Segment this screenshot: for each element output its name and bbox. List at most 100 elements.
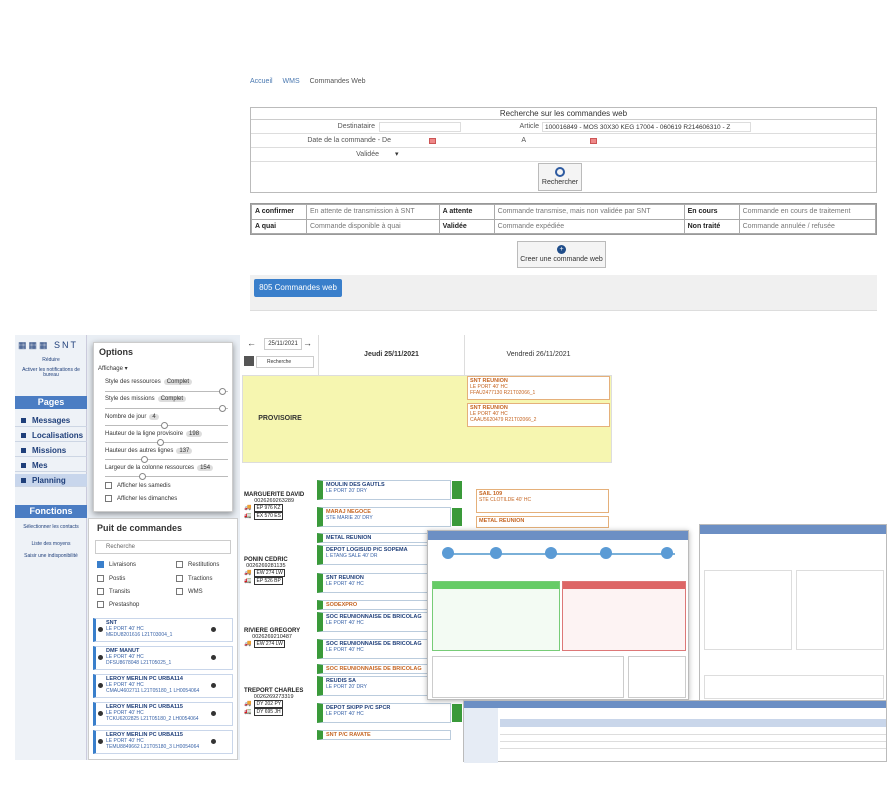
pool-order-card[interactable]: LEROY MERLIN PC URBA115 LE PORT 40' HC TCK… bbox=[93, 702, 233, 726]
dot-icon bbox=[98, 683, 103, 688]
nav-planning[interactable]: Planning bbox=[15, 474, 87, 487]
provisional-mission-card[interactable]: SNT REUNION LE PORT 40' HC FFAU2477130 R21… bbox=[467, 376, 610, 400]
pool-order-card[interactable]: LEROY MERLIN PC URBA114 LE PORT 40' HC CMA… bbox=[93, 674, 233, 698]
next-arrow-icon[interactable]: → bbox=[303, 338, 312, 348]
table-row bbox=[500, 743, 886, 749]
mission-card[interactable]: DEPOT SKIPP P/C SPCR LE PORT 40' HC bbox=[317, 703, 451, 723]
filter-restitutions[interactable]: Restitutions bbox=[176, 561, 219, 568]
check-icon bbox=[452, 704, 462, 722]
breadcrumb: Accueil WMS Commandes Web bbox=[250, 78, 374, 85]
breadcrumb-wms[interactable]: WMS bbox=[283, 78, 300, 85]
details-block bbox=[432, 656, 624, 698]
option-label: Nombre de jour 4 bbox=[105, 414, 159, 420]
filter-wms[interactable]: WMS bbox=[176, 588, 203, 595]
filter-prestashop[interactable]: Prestashop bbox=[97, 601, 139, 608]
mission-card[interactable]: METAL REUNION bbox=[476, 516, 609, 528]
data-table-window bbox=[463, 700, 887, 763]
filter-tractions[interactable]: Tractions bbox=[176, 575, 212, 582]
form-block bbox=[704, 570, 792, 650]
unavailability-link[interactable]: Saisir une indisponibilité bbox=[15, 553, 87, 559]
menu-icon[interactable] bbox=[244, 356, 254, 366]
notification-toggle[interactable]: Activer les notifications de bureau bbox=[15, 368, 87, 378]
form-block bbox=[704, 675, 884, 699]
pool-order-card[interactable]: DMF MANUT LE PORT 40' HC DFSU8678048 L21T0… bbox=[93, 646, 233, 670]
table-row bbox=[500, 736, 886, 742]
option-label: Hauteur des autres lignes 137 bbox=[105, 448, 193, 454]
table-row bbox=[500, 729, 886, 735]
select-contacts-link[interactable]: Sélectionner les contacts bbox=[15, 524, 87, 530]
option-slider[interactable] bbox=[105, 388, 228, 395]
nav-localisations[interactable]: Localisations bbox=[15, 429, 87, 442]
pages-header: Pages bbox=[15, 396, 87, 409]
options-title: Options bbox=[99, 347, 133, 357]
option-slider[interactable] bbox=[105, 405, 228, 412]
day-header: Vendredi 26/11/2021 bbox=[464, 335, 612, 375]
search-button[interactable]: Rechercher bbox=[538, 163, 582, 191]
article-select[interactable]: 100016849 - MOS 30X30 KEG 17004 - 060619… bbox=[542, 122, 751, 132]
option-slider[interactable] bbox=[105, 473, 228, 480]
option-label: Style des missions Complet bbox=[105, 396, 187, 402]
resource-row[interactable]: MARGUERITE DAVID 0026269263289 🚚 EP 976 KZ 🚛… bbox=[244, 492, 304, 520]
nav-mes-documents[interactable]: Mes documents bbox=[15, 459, 87, 483]
affichage-toggle[interactable]: Affichage ▾ bbox=[98, 365, 128, 372]
provisional-mission-card[interactable]: SNT REUNION LE PORT 40' HC CAAU5620479 R21… bbox=[467, 403, 610, 427]
mission-card[interactable]: SAIL 109 STE CLOTILDE 40' HC bbox=[476, 489, 609, 513]
documents-block bbox=[628, 656, 686, 698]
search-icon bbox=[555, 167, 565, 177]
legend-key: A attente bbox=[438, 204, 495, 220]
calendar-icon[interactable] bbox=[590, 138, 597, 144]
info-icon[interactable] bbox=[211, 683, 216, 688]
nav-missions[interactable]: Missions bbox=[15, 444, 87, 457]
info-icon[interactable] bbox=[211, 627, 216, 632]
table-header bbox=[500, 719, 886, 727]
validee-label: Validée bbox=[356, 151, 379, 158]
dot-icon bbox=[98, 739, 103, 744]
calendar-search[interactable]: Recherche bbox=[256, 356, 314, 368]
info-icon[interactable] bbox=[211, 655, 216, 660]
legend-key: Validée bbox=[438, 218, 495, 234]
dot-icon bbox=[98, 627, 103, 632]
mission-card[interactable]: SNT P/C RAVATE bbox=[317, 730, 451, 740]
search-panel-title: Recherche sur les commandes web bbox=[251, 108, 876, 120]
legend-value: Commande disponible à quai bbox=[306, 218, 440, 234]
resource-row[interactable]: RIVIERE GREGORY 0026269210487 🚚 EW 274 LW bbox=[244, 628, 300, 648]
filter-livraisons[interactable]: Livraisons bbox=[97, 561, 136, 568]
create-order-button[interactable]: + Creer une commande web bbox=[517, 241, 606, 268]
samedis-checkbox[interactable]: Afficher les samedis bbox=[105, 482, 171, 489]
option-label: Hauteur de la ligne provisoire 198 bbox=[105, 431, 203, 437]
resource-row[interactable]: TREPORT CHARLES 0026269273319 🚚 DY 202 PY 🚛 D… bbox=[244, 688, 303, 716]
pool-order-card[interactable]: SNT LE PORT 40' HC MEDU8201616 L21T03004_1 bbox=[93, 618, 233, 642]
resource-list-link[interactable]: Liste des moyens bbox=[15, 541, 87, 547]
step-icon bbox=[490, 547, 502, 559]
resource-row[interactable]: PONIN CEDRIC 0026269281135 🚚 EW 274 LW 🚛 EP 5… bbox=[244, 557, 288, 585]
prev-arrow-icon[interactable]: ← bbox=[247, 338, 256, 348]
tab-commandes-web[interactable]: 805 Commandes web bbox=[254, 279, 342, 297]
reduce-button[interactable]: Réduire bbox=[15, 357, 87, 363]
mission-card[interactable]: MARAJ NEGOCE STE MARIE 20' DRY bbox=[317, 507, 451, 527]
option-slider[interactable] bbox=[105, 422, 228, 429]
option-slider[interactable] bbox=[105, 439, 228, 446]
dimanches-checkbox[interactable]: Afficher les dimanches bbox=[105, 495, 177, 502]
breadcrumb-accueil[interactable]: Accueil bbox=[250, 78, 273, 85]
step-icon bbox=[600, 547, 612, 559]
calendar-icon[interactable] bbox=[429, 138, 436, 144]
dot-icon bbox=[98, 711, 103, 716]
info-icon[interactable] bbox=[211, 739, 216, 744]
sidebar: ▦▦▦ SNT Réduire Activer les notification… bbox=[15, 335, 87, 760]
nav-messages[interactable]: Messages bbox=[15, 414, 87, 427]
option-slider[interactable] bbox=[105, 456, 228, 463]
filter-transits[interactable]: Transits bbox=[97, 588, 130, 595]
fonctions-header: Fonctions bbox=[15, 505, 87, 518]
destinataire-label: Destinataire bbox=[337, 123, 375, 130]
filter-postis[interactable]: Postis bbox=[97, 575, 125, 582]
option-label: Style des ressources Complet bbox=[105, 379, 193, 385]
pool-order-card[interactable]: LEROY MERLIN PC URBA115 LE PORT 40' HC TEM… bbox=[93, 730, 233, 754]
breadcrumb-current: Commandes Web bbox=[309, 78, 366, 85]
info-icon[interactable] bbox=[211, 711, 216, 716]
validee-select[interactable]: ▾ bbox=[395, 148, 399, 162]
date-picker[interactable]: 25/11/2021 bbox=[264, 338, 302, 350]
orders-pool-search[interactable]: Recherche bbox=[95, 540, 231, 554]
mission-card[interactable]: MOULIN DES GAUTLS LE PORT 20' DRY bbox=[317, 480, 451, 500]
entry-window bbox=[699, 524, 887, 702]
destinataire-input[interactable] bbox=[379, 122, 461, 132]
